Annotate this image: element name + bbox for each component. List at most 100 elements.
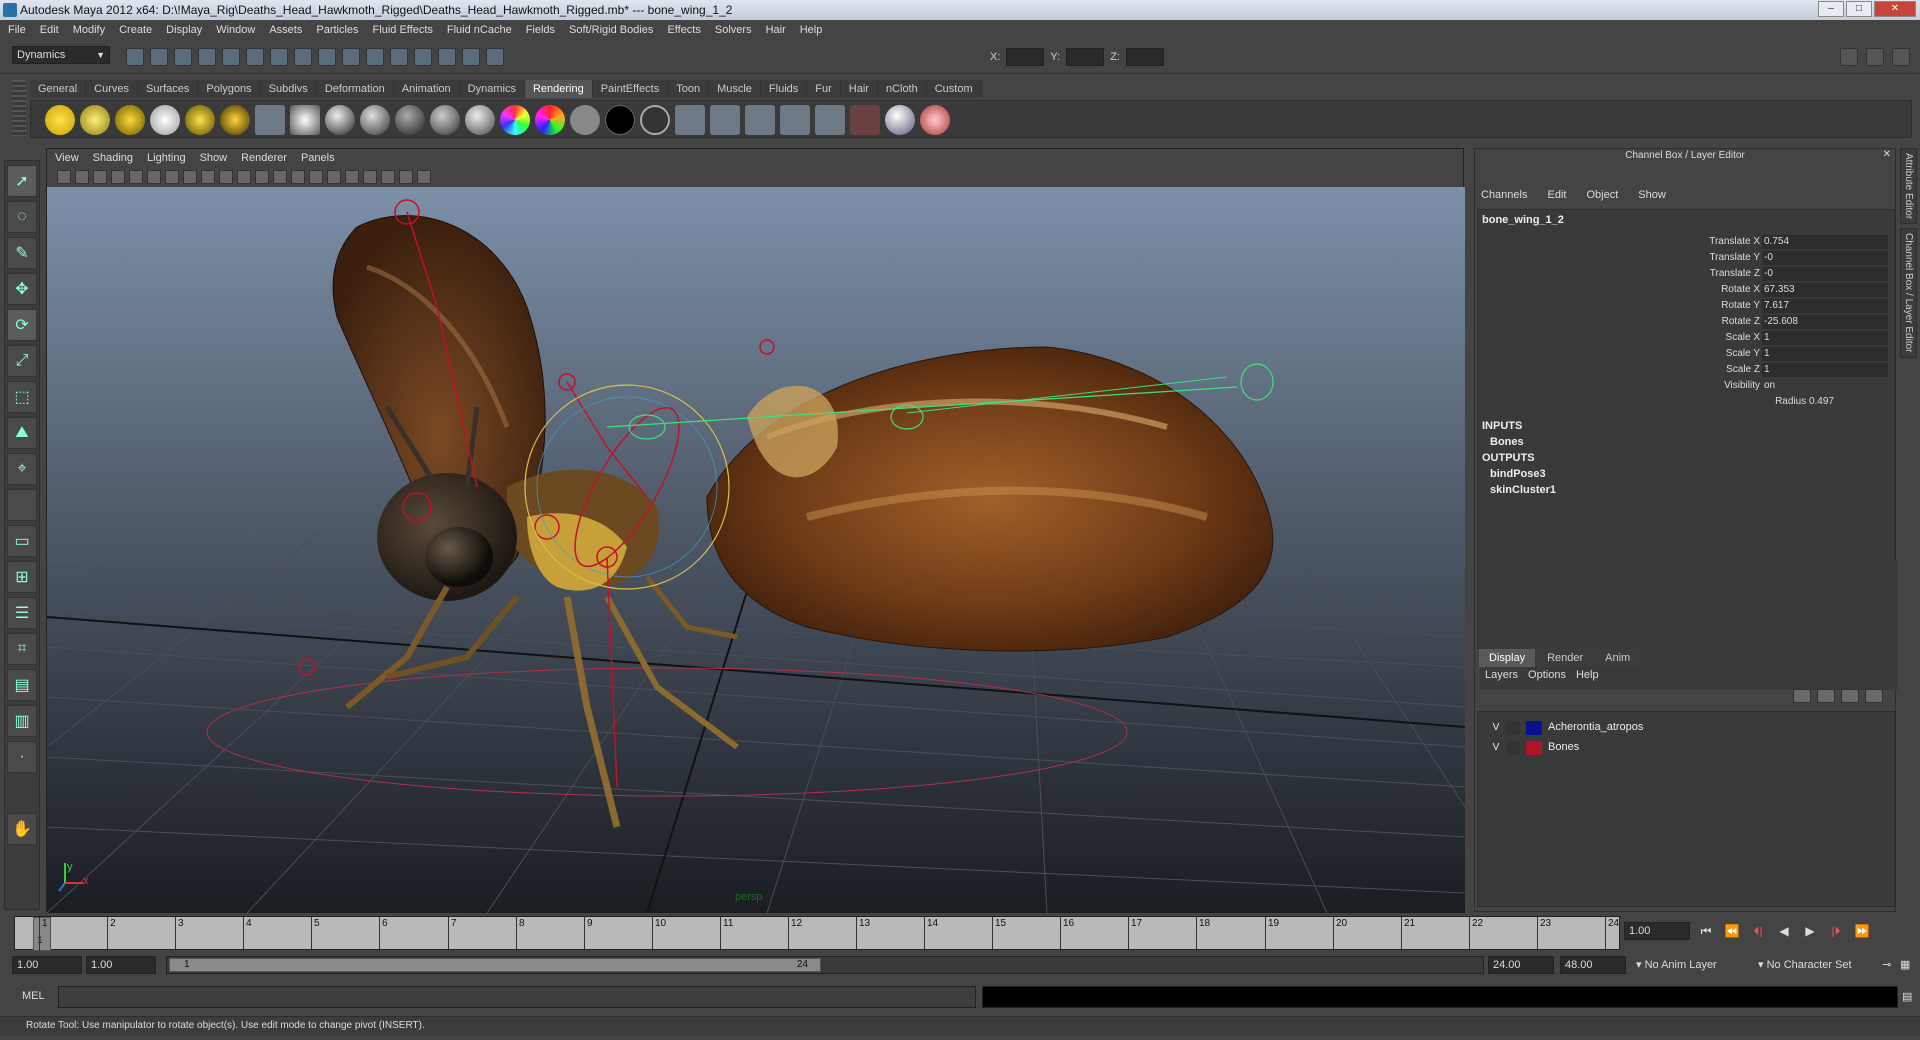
image-plane-icon[interactable] xyxy=(111,170,125,184)
shelf-tab-toon[interactable]: Toon xyxy=(668,80,710,98)
layer-row-acherontia[interactable]: V Acherontia_atropos xyxy=(1484,720,1884,736)
isolate-select-icon[interactable] xyxy=(363,170,377,184)
select-object-icon[interactable] xyxy=(222,48,240,66)
camera-icon[interactable] xyxy=(255,105,285,135)
shading-map-icon[interactable] xyxy=(535,105,565,135)
z-field[interactable] xyxy=(1125,48,1164,66)
viewport-menu-panels[interactable]: Panels xyxy=(301,152,335,164)
attribute-value[interactable]: 1 xyxy=(1762,331,1888,345)
textured-icon[interactable] xyxy=(309,170,323,184)
menu-solvers[interactable]: Solvers xyxy=(715,24,752,36)
shelf-tab-general[interactable]: General xyxy=(30,80,87,98)
shelf-tab-deformation[interactable]: Deformation xyxy=(316,80,394,98)
hypershade-icon[interactable] xyxy=(486,48,504,66)
camera-attributes-icon[interactable] xyxy=(75,170,89,184)
shelf-tab-custom[interactable]: Custom xyxy=(926,80,982,98)
anisotropic-shader-icon[interactable] xyxy=(430,105,460,135)
film-gate-icon[interactable] xyxy=(147,170,161,184)
shelf-tab-fur[interactable]: Fur xyxy=(807,80,841,98)
surface-shader-icon[interactable] xyxy=(570,105,600,135)
shelf-tab-rendering[interactable]: Rendering xyxy=(524,80,593,98)
menu-file[interactable]: File xyxy=(8,24,26,36)
spot-light-icon[interactable] xyxy=(150,105,180,135)
attribute-value[interactable]: 67.353 xyxy=(1762,283,1888,297)
attribute-row[interactable]: Rotate Y 7.617 xyxy=(1478,298,1894,314)
play-forwards-button[interactable]: ▶ xyxy=(1800,922,1820,940)
hypershade-shelf-icon[interactable] xyxy=(815,105,845,135)
anim-start-field[interactable]: 1.00 xyxy=(12,956,82,974)
select-camera-icon[interactable] xyxy=(57,170,71,184)
attribute-editor-toggle-icon[interactable] xyxy=(1840,48,1858,66)
maximize-button[interactable]: □ xyxy=(1846,1,1872,17)
shadows-icon[interactable] xyxy=(345,170,359,184)
rotate-tool-icon[interactable]: ⟳ xyxy=(7,309,37,341)
attribute-row[interactable]: Scale X1 xyxy=(1478,330,1894,346)
layered-shader-icon[interactable] xyxy=(465,105,495,135)
last-tool-icon[interactable] xyxy=(7,489,37,521)
open-scene-icon[interactable] xyxy=(150,48,168,66)
snap-point-icon[interactable] xyxy=(318,48,336,66)
time-slider[interactable]: 1 12345678910111213141516171819202122232… xyxy=(14,916,1620,951)
menu-create[interactable]: Create xyxy=(119,24,152,36)
safe-action-icon[interactable] xyxy=(219,170,233,184)
graph-layout-icon[interactable]: ⌗ xyxy=(7,633,37,665)
show-manip-icon[interactable]: ⌖ xyxy=(7,453,37,485)
custom-layout-icon[interactable]: · xyxy=(7,741,37,773)
layer-menu-layers[interactable]: Layers xyxy=(1485,669,1518,681)
backface-culling-icon[interactable] xyxy=(417,170,431,184)
anim-end-field[interactable]: 48.00 xyxy=(1560,956,1626,974)
play-backwards-button[interactable]: ◀ xyxy=(1774,922,1794,940)
layer-visibility-toggle[interactable]: V xyxy=(1488,720,1504,736)
shelf-tab-animation[interactable]: Animation xyxy=(393,80,460,98)
single-pane-layout-icon[interactable]: ▭ xyxy=(7,525,37,557)
viewport-menu-shading[interactable]: Shading xyxy=(93,152,133,164)
snap-curve-icon[interactable] xyxy=(294,48,312,66)
move-tool-icon[interactable]: ✥ xyxy=(7,273,37,305)
menu-modify[interactable]: Modify xyxy=(73,24,105,36)
wireframe-on-shaded-icon[interactable] xyxy=(291,170,305,184)
new-scene-icon[interactable] xyxy=(126,48,144,66)
range-slider[interactable]: 1 24 xyxy=(166,956,1484,974)
tab-render[interactable]: Render xyxy=(1537,649,1594,667)
attribute-value[interactable]: -25.608 xyxy=(1762,315,1888,329)
tab-channel-box-layer-editor[interactable]: Channel Box / Layer Editor xyxy=(1900,228,1917,358)
menu-edit[interactable]: Edit xyxy=(40,24,59,36)
attribute-value[interactable]: 7.617 xyxy=(1762,299,1888,313)
ramp-shader-icon[interactable] xyxy=(500,105,530,135)
move-layer-up-icon[interactable] xyxy=(1793,689,1811,703)
layer-menu-options[interactable]: Options xyxy=(1528,669,1566,681)
shelf-tab-ncloth[interactable]: nCloth xyxy=(877,80,927,98)
light-linking-icon[interactable] xyxy=(885,105,915,135)
resolution-gate-icon[interactable] xyxy=(165,170,179,184)
blinn-shader-icon[interactable] xyxy=(325,105,355,135)
shelf-tab-painteffects[interactable]: PaintEffects xyxy=(592,80,669,98)
ipr-render-icon[interactable] xyxy=(438,48,456,66)
four-pane-layout-icon[interactable]: ⊞ xyxy=(7,561,37,593)
volume-light-icon[interactable] xyxy=(220,105,250,135)
attribute-value[interactable]: 1 xyxy=(1762,363,1888,377)
lambert-shader-icon[interactable] xyxy=(290,105,320,135)
channel-box-menu-object[interactable]: Object xyxy=(1586,189,1618,201)
field-chart-icon[interactable] xyxy=(201,170,215,184)
3d-viewport[interactable]: y x persp xyxy=(47,187,1465,913)
attribute-value[interactable]: -0 xyxy=(1762,267,1888,281)
menu-display[interactable]: Display xyxy=(166,24,202,36)
shelf-grip[interactable] xyxy=(12,80,26,136)
y-field[interactable] xyxy=(1066,48,1105,66)
tool-settings-toggle-icon[interactable] xyxy=(1866,48,1884,66)
attribute-value[interactable]: -0 xyxy=(1762,251,1888,265)
script-language-toggle[interactable]: MEL xyxy=(22,990,45,1002)
attribute-row[interactable]: Visibility on xyxy=(1478,378,1894,394)
tab-anim[interactable]: Anim xyxy=(1595,649,1641,667)
range-slider-handle[interactable]: 1 24 xyxy=(169,958,821,972)
attribute-value[interactable]: 1 xyxy=(1762,347,1888,361)
area-light-icon[interactable] xyxy=(185,105,215,135)
layer-template-toggle[interactable] xyxy=(1506,721,1520,735)
attribute-row[interactable]: Scale Z1 xyxy=(1478,362,1894,378)
paint-brush-icon[interactable] xyxy=(920,105,950,135)
menu-window[interactable]: Window xyxy=(216,24,255,36)
menu-effects[interactable]: Effects xyxy=(667,24,700,36)
layer-template-toggle[interactable] xyxy=(1506,741,1520,755)
menu-soft-rigid-bodies[interactable]: Soft/Rigid Bodies xyxy=(569,24,653,36)
playback-start-field[interactable]: 1.00 xyxy=(86,956,156,974)
